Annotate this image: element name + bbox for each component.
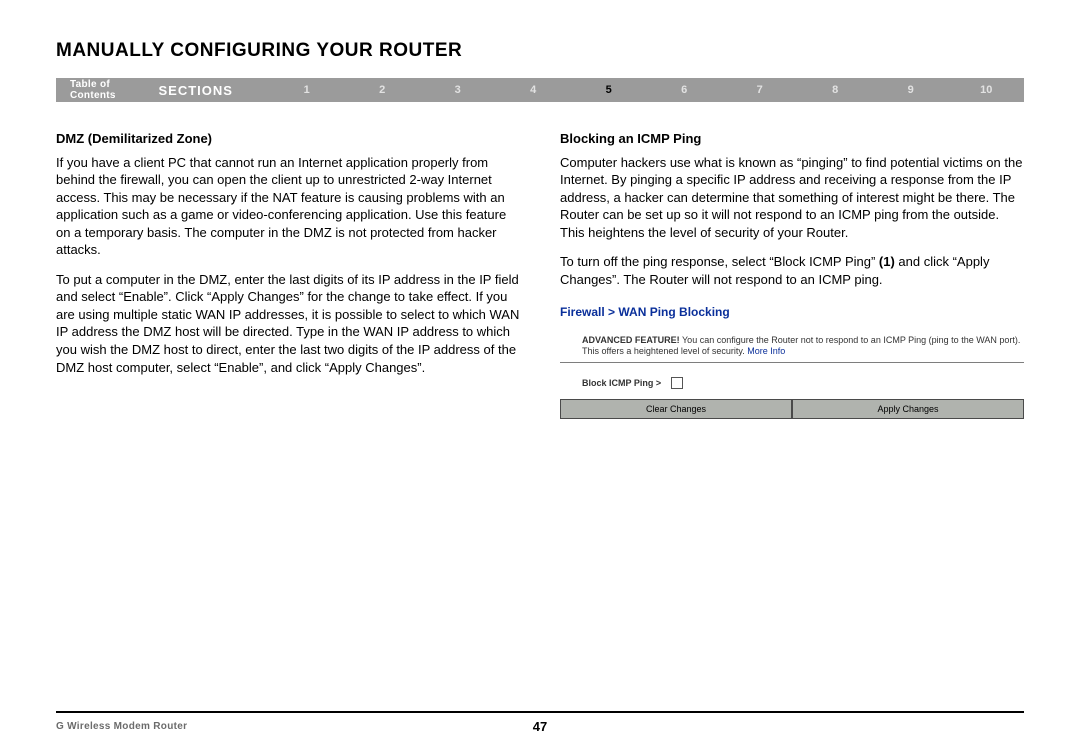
icmp-heading: Blocking an ICMP Ping (560, 130, 1024, 148)
page-footer: G Wireless Modem Router 47 (56, 711, 1024, 732)
section-link-1[interactable]: 1 (269, 84, 345, 96)
icmp-paragraph-2: To turn off the ping response, select “B… (560, 253, 1024, 288)
breadcrumb-wan-ping[interactable]: WAN Ping Blocking (618, 305, 729, 319)
section-link-8[interactable]: 8 (797, 84, 873, 96)
section-link-2[interactable]: 2 (344, 84, 420, 96)
section-link-7[interactable]: 7 (722, 84, 798, 96)
section-link-3[interactable]: 3 (420, 84, 496, 96)
section-link-5[interactable]: 5 (571, 84, 647, 96)
clear-changes-button[interactable]: Clear Changes (560, 399, 792, 419)
more-info-link[interactable]: More Info (747, 346, 785, 356)
sections-label: SECTIONS (159, 83, 269, 98)
icmp-paragraph-1: Computer hackers use what is known as “p… (560, 154, 1024, 242)
right-column: Blocking an ICMP Ping Computer hackers u… (560, 130, 1024, 419)
block-icmp-label: Block ICMP Ping > (582, 377, 661, 389)
page-title: MANUALLY CONFIGURING YOUR ROUTER (56, 40, 1024, 62)
block-icmp-checkbox[interactable] (671, 377, 683, 389)
left-column: DMZ (Demilitarized Zone) If you have a c… (56, 130, 520, 419)
screenshot-panel: Firewall > WAN Ping Blocking ADVANCED FE… (560, 300, 1024, 419)
section-navbar: Table of Contents SECTIONS 1 2 3 4 5 6 7… (56, 78, 1024, 102)
dmz-paragraph-1: If you have a client PC that cannot run … (56, 154, 520, 259)
dmz-paragraph-2: To put a computer in the DMZ, enter the … (56, 271, 520, 376)
section-link-4[interactable]: 4 (495, 84, 571, 96)
dmz-heading: DMZ (Demilitarized Zone) (56, 130, 520, 148)
footer-product-name: G Wireless Modem Router (56, 721, 187, 732)
section-link-10[interactable]: 10 (948, 84, 1024, 96)
section-link-6[interactable]: 6 (646, 84, 722, 96)
footer-page-number: 47 (533, 719, 547, 734)
chevron-right-icon: > (608, 305, 618, 319)
breadcrumb-firewall[interactable]: Firewall (560, 305, 605, 319)
apply-changes-button[interactable]: Apply Changes (792, 399, 1024, 419)
toc-link[interactable]: Table of Contents (56, 79, 159, 101)
advanced-feature-text: ADVANCED FEATURE! You can configure the … (582, 335, 1024, 358)
section-link-9[interactable]: 9 (873, 84, 949, 96)
breadcrumb: Firewall > WAN Ping Blocking (560, 304, 1024, 320)
